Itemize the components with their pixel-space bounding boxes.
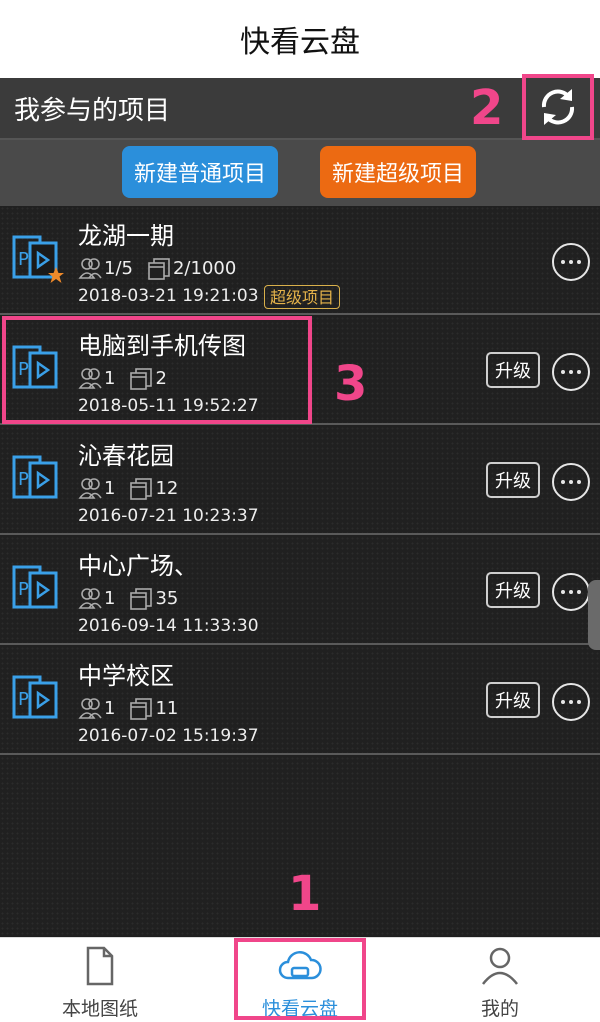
- members-icon: [79, 258, 102, 279]
- project-file-icon: [12, 565, 58, 609]
- members-count: 1: [104, 477, 116, 499]
- project-row[interactable]: 中学校区 1 11 2016-07-02 15:19:37 升级: [0, 646, 600, 755]
- highlight-box-1: [234, 938, 366, 1020]
- files-icon: [130, 698, 153, 720]
- section-title: 我参与的项目: [14, 96, 171, 126]
- sync-icon: [541, 89, 575, 125]
- annotation-3: 3: [334, 356, 368, 412]
- upgrade-button[interactable]: 升级: [486, 572, 540, 608]
- more-options-button[interactable]: [552, 353, 590, 391]
- members-count: 1: [104, 587, 116, 609]
- new-super-project-button[interactable]: 新建超级项目: [320, 146, 476, 198]
- project-row[interactable]: 沁春花园 1 12 2016-07-21 10:23:37 升级: [0, 426, 600, 535]
- tab-label: 我的: [480, 998, 519, 1020]
- user-icon: [482, 947, 518, 985]
- more-options-button[interactable]: [552, 683, 590, 721]
- highlight-box-3: [2, 316, 312, 424]
- project-date: 2018-03-21 19:21:03: [78, 286, 259, 306]
- project-name: 龙湖一期: [78, 222, 174, 250]
- more-options-button[interactable]: [552, 573, 590, 611]
- files-icon: [148, 258, 170, 280]
- super-project-badge: 超级项目: [264, 285, 341, 309]
- tab-label: 本地图纸: [61, 998, 138, 1020]
- project-name: 沁春花园: [78, 442, 174, 470]
- members-icon: [79, 588, 102, 609]
- project-file-icon: [12, 675, 58, 719]
- project-row[interactable]: 中心广场、 1 35 2016-09-14 11:33:30 升级: [0, 536, 600, 645]
- project-file-icon: [12, 455, 58, 499]
- section-header: 我参与的项目 2: [0, 74, 600, 140]
- file-icon: [86, 946, 114, 986]
- project-row[interactable]: 龙湖一期 1/5 2/1000 2018-03-21 19:21:03 超级项目: [0, 206, 600, 315]
- members-icon: [79, 478, 102, 499]
- project-date: 2016-07-21 10:23:37: [78, 506, 259, 526]
- files-count: 12: [155, 477, 179, 499]
- files-count: 35: [155, 587, 179, 609]
- upgrade-button[interactable]: 升级: [486, 462, 540, 498]
- project-name: 中学校区: [78, 662, 174, 690]
- project-name: 中心广场、: [78, 552, 198, 580]
- annotation-1: 1: [288, 866, 322, 922]
- more-options-button[interactable]: [552, 243, 590, 281]
- upgrade-button[interactable]: 升级: [486, 682, 540, 718]
- new-project-bar: 新建普通项目 新建超级项目: [0, 140, 600, 206]
- new-normal-project-button[interactable]: 新建普通项目: [122, 146, 278, 198]
- members-count: 1: [104, 697, 116, 719]
- project-file-icon: [12, 235, 64, 283]
- upgrade-button[interactable]: 升级: [486, 352, 540, 388]
- files-icon: [130, 478, 153, 500]
- project-meta: 1 11: [78, 696, 178, 720]
- project-date: 2016-09-14 11:33:30: [78, 616, 259, 636]
- files-count: 2/1000: [172, 257, 237, 279]
- annotation-2: 2: [470, 80, 504, 136]
- tab-local-drawings[interactable]: 本地图纸: [0, 938, 200, 1022]
- files-icon: [130, 588, 153, 610]
- refresh-button[interactable]: [522, 74, 594, 140]
- members-icon: [79, 698, 102, 719]
- project-meta: 1/5 2/1000: [78, 256, 236, 280]
- project-date: 2016-07-02 15:19:37: [78, 726, 259, 746]
- project-meta: 1 35: [78, 586, 178, 610]
- files-count: 11: [155, 697, 179, 719]
- project-meta: 1 12: [78, 476, 178, 500]
- app-title: 快看云盘: [0, 0, 600, 78]
- edge-drawer-handle[interactable]: [588, 580, 600, 650]
- tab-profile[interactable]: 我的: [400, 938, 600, 1022]
- members-count: 1/5: [104, 257, 133, 279]
- more-options-button[interactable]: [552, 463, 590, 501]
